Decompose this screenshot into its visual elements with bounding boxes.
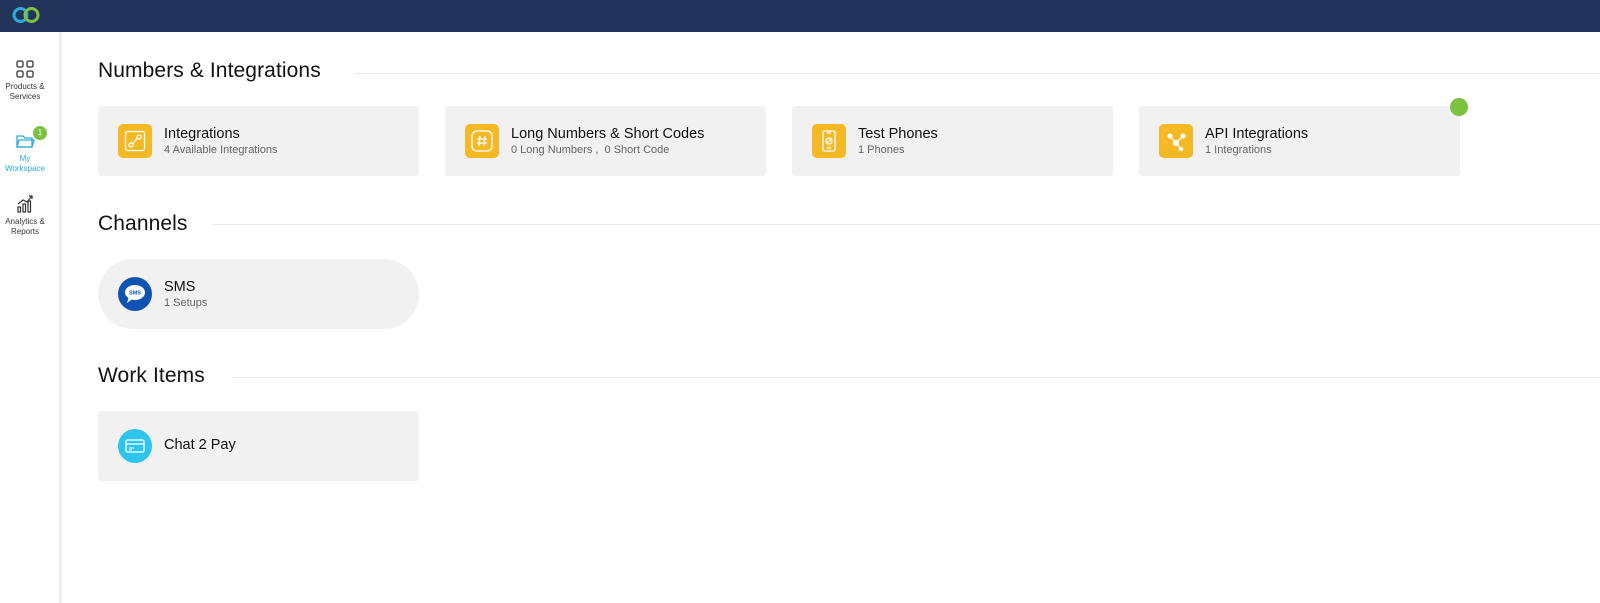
sidebar-item-label: Services [9, 92, 41, 101]
sidebar-item-label: Reports [10, 227, 39, 236]
section-title-work-items: Work Items [98, 364, 205, 387]
status-indicator [1450, 98, 1468, 116]
section-title-channels: Channels [98, 212, 188, 235]
section-title-numbers-integrations: Numbers & Integrations [98, 59, 321, 82]
test-phones-card[interactable]: Test Phones 1 Phones [792, 106, 1113, 176]
sidebar-item-products-services[interactable]: Products & Services [0, 59, 50, 102]
share-icon [1159, 124, 1193, 158]
card-subtitle: 1 Setups [164, 297, 208, 309]
sidebar: Products & Services 1 My Workspace Analy… [0, 32, 62, 603]
card-title: API Integrations [1205, 126, 1309, 142]
integration-icon [118, 124, 152, 158]
api-integrations-card[interactable]: API Integrations 1 Integrations [1139, 106, 1460, 176]
grid-icon [16, 60, 34, 78]
sms-icon-text: SMS [129, 291, 141, 297]
sidebar-item-label: Products & [5, 82, 45, 91]
card-payment-icon [118, 429, 152, 463]
notification-badge: 1 [33, 126, 47, 140]
sidebar-item-label: My Workspace [5, 154, 45, 173]
card-title: Long Numbers & Short Codes [511, 126, 705, 142]
hash-icon [465, 124, 499, 158]
card-subtitle: 1 Integrations [1205, 144, 1272, 156]
chat-2-pay-card[interactable]: Chat 2 Pay [98, 411, 419, 481]
card-title: SMS [164, 279, 196, 295]
sms-channel-card[interactable]: SMS SMS 1 Setups [98, 259, 419, 329]
sidebar-item-analytics-reports[interactable]: Analytics & Reports [0, 194, 50, 237]
integrations-card[interactable]: Integrations 4 Available Integrations [98, 106, 419, 176]
card-subtitle: 1 Phones [858, 144, 905, 156]
sidebar-item-label: Analytics & [5, 217, 45, 226]
section-divider [212, 224, 1600, 225]
bar-chart-icon [17, 195, 33, 213]
top-bar [0, 0, 1600, 32]
app-logo-icon[interactable] [11, 5, 41, 25]
card-title: Test Phones [858, 126, 938, 142]
section-divider [355, 73, 1600, 74]
card-title: Chat 2 Pay [164, 437, 236, 453]
card-subtitle: 4 Available Integrations [164, 144, 278, 156]
card-subtitle: 0 Long Numbers , 0 Short Code [511, 144, 670, 156]
sms-icon: SMS [118, 277, 152, 311]
sidebar-item-my-workspace[interactable]: 1 My Workspace [0, 126, 50, 174]
phone-icon [812, 124, 846, 158]
long-numbers-short-codes-card[interactable]: Long Numbers & Short Codes 0 Long Number… [445, 106, 766, 176]
card-title: Integrations [164, 126, 240, 142]
section-divider [232, 377, 1600, 378]
